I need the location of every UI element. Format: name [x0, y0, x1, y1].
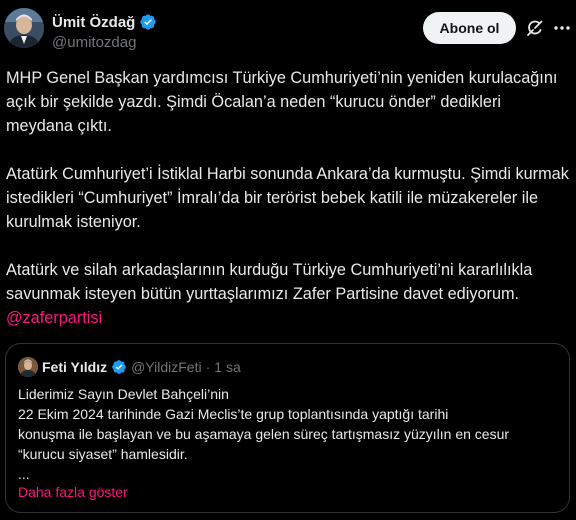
quote-timestamp[interactable]: 1 sa: [214, 359, 240, 375]
mention-link[interactable]: @zaferpartisi: [6, 306, 572, 330]
quote-author-name[interactable]: Feti Yıldız: [42, 359, 107, 375]
grok-icon[interactable]: [525, 18, 545, 38]
quote-header: Feti Yıldız @YildizFeti · 1 sa: [18, 356, 241, 378]
show-more-link[interactable]: Daha fazla göster: [18, 484, 128, 500]
tweet-paragraph: Atatürk Cumhuriyet’i İstiklal Harbi sonu…: [6, 165, 569, 231]
follow-button[interactable]: Abone ol: [423, 12, 516, 44]
quote-line: ...: [18, 466, 30, 482]
quoted-tweet-card[interactable]: Feti Yıldız @YildizFeti · 1 sa Liderimiz…: [5, 343, 570, 513]
tweet-paragraph: MHP Genel Başkan yardımcısı Türkiye Cumh…: [6, 69, 558, 135]
author-handle[interactable]: @umitozdag: [52, 34, 136, 51]
quote-line: konuşma ile başlayan ve bu aşamaya gelen…: [18, 426, 510, 442]
quote-separator: ·: [205, 359, 211, 375]
author-name[interactable]: Ümit Özdağ: [52, 14, 135, 31]
quote-line: “kurucu siyaset” hamlesidir.: [18, 446, 188, 462]
more-icon[interactable]: [552, 18, 572, 38]
quote-author-handle[interactable]: @YildizFeti: [131, 359, 202, 375]
tweet: Ümit Özdağ @umitozdag Abone ol MHP Genel…: [0, 0, 576, 520]
quote-line: Liderimiz Sayın Devlet Bahçeli’nin: [18, 386, 229, 402]
verified-badge-icon[interactable]: [139, 13, 157, 31]
author-avatar[interactable]: [4, 8, 44, 48]
quote-text: Liderimiz Sayın Devlet Bahçeli’nin 22 Ek…: [18, 384, 558, 484]
quote-verified-badge-icon: [111, 359, 127, 375]
tweet-text: MHP Genel Başkan yardımcısı Türkiye Cumh…: [6, 66, 572, 330]
quote-line: 22 Ekim 2024 tarihinde Gazi Meclis’te gr…: [18, 406, 449, 422]
tweet-paragraph: Atatürk ve silah arkadaşlarının kurduğu …: [6, 261, 533, 303]
author-name-row: Ümit Özdağ: [52, 12, 157, 32]
quote-author-avatar[interactable]: [18, 357, 38, 377]
